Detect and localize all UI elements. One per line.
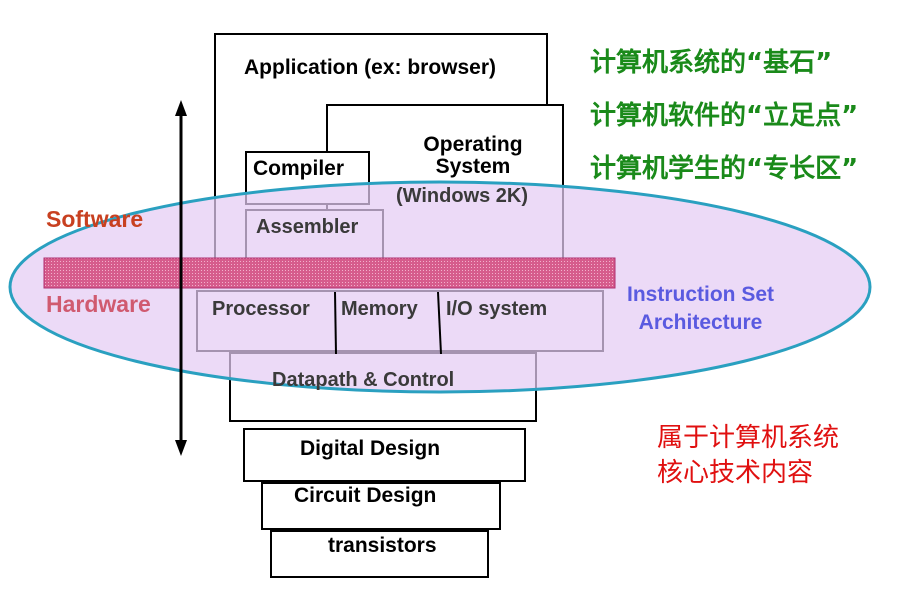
annotation-red-2: 核心技术内容 xyxy=(657,458,814,488)
compiler-label: Compiler xyxy=(253,157,345,180)
datapath-control-label: Datapath & Control xyxy=(272,369,455,391)
hardware-label: Hardware xyxy=(46,291,151,317)
annotation-red-1: 属于计算机系统 xyxy=(657,423,840,453)
memory-label: Memory xyxy=(341,298,418,320)
operating-system-line1: Operating xyxy=(423,133,523,156)
annotation-green-2: 计算机软件的“立足点” xyxy=(590,101,859,131)
annotation-green-1: 计算机系统的“基石” xyxy=(590,48,833,78)
processor-label: Processor xyxy=(212,298,310,320)
annotation-green-3: 计算机学生的“专长区” xyxy=(590,154,859,184)
arrow-down-head xyxy=(175,440,187,456)
operating-system-line2: System xyxy=(435,155,511,178)
isa-band xyxy=(43,257,616,289)
isa-line1: Instruction Set xyxy=(627,283,775,306)
isa-label: Instruction Set Architecture xyxy=(627,281,774,337)
assembler-label: Assembler xyxy=(256,216,359,238)
application-label: Application (ex: browser) xyxy=(244,56,497,79)
operating-system-label: Operating System xyxy=(408,134,538,178)
isa-line2: Architecture xyxy=(638,311,763,334)
digital-design-label: Digital Design xyxy=(300,437,441,460)
transistors-label: transistors xyxy=(328,534,437,557)
arrow-up-head xyxy=(175,100,187,116)
io-system-label: I/O system xyxy=(446,298,548,320)
operating-system-subtitle: (Windows 2K) xyxy=(396,185,529,207)
circuit-design-label: Circuit Design xyxy=(294,484,437,507)
software-label: Software xyxy=(46,206,144,232)
